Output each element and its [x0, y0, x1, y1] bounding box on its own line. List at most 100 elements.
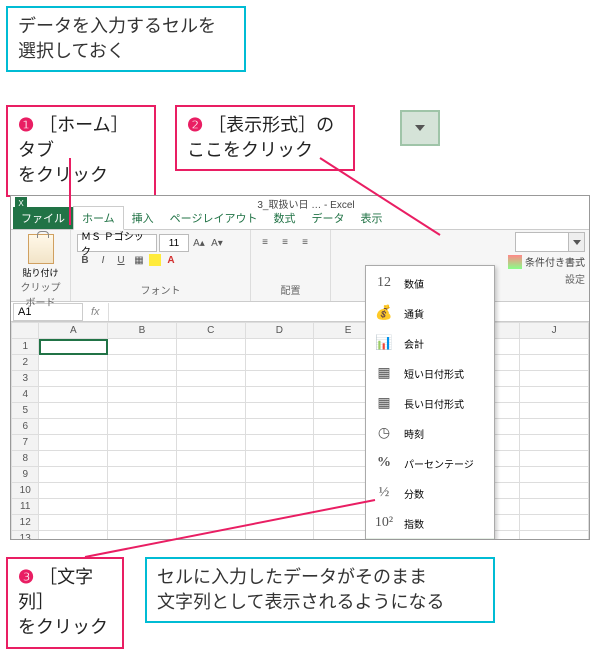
font-name-selector[interactable]: ＭＳ Ｐゴシック — [77, 234, 157, 252]
cell[interactable] — [176, 515, 245, 531]
fmt-shortdate[interactable]: ▦短い日付形式 — [366, 358, 494, 388]
cell[interactable] — [245, 387, 314, 403]
cell[interactable] — [176, 435, 245, 451]
cell[interactable] — [245, 531, 314, 540]
col-header[interactable]: J — [520, 323, 589, 339]
cell[interactable] — [520, 435, 589, 451]
cell[interactable] — [245, 371, 314, 387]
tab-home[interactable]: ホーム — [73, 206, 124, 230]
cell[interactable] — [245, 483, 314, 499]
cell[interactable] — [176, 419, 245, 435]
row-header[interactable]: 10 — [12, 483, 39, 499]
bold-icon[interactable]: B — [77, 252, 93, 268]
cell[interactable] — [39, 435, 108, 451]
font-color-icon[interactable]: A — [163, 252, 179, 268]
cell[interactable] — [108, 499, 177, 515]
fmt-text[interactable]: ABC文字列 — [366, 538, 494, 540]
cell[interactable] — [39, 451, 108, 467]
underline-icon[interactable]: U — [113, 252, 129, 268]
italic-icon[interactable]: I — [95, 252, 111, 268]
cell[interactable] — [108, 483, 177, 499]
fill-color-icon[interactable] — [149, 254, 161, 266]
row-header[interactable]: 4 — [12, 387, 39, 403]
col-header[interactable]: B — [108, 323, 177, 339]
fmt-exponent[interactable]: 10²指数 — [366, 508, 494, 538]
cell[interactable] — [39, 483, 108, 499]
cell[interactable] — [520, 531, 589, 540]
formula-bar[interactable] — [108, 303, 589, 321]
cell[interactable] — [39, 419, 108, 435]
tab-formulas[interactable]: 数式 — [265, 207, 303, 229]
cell[interactable] — [245, 339, 314, 355]
cell[interactable] — [39, 403, 108, 419]
cell[interactable] — [520, 483, 589, 499]
cell[interactable] — [176, 483, 245, 499]
cell[interactable] — [245, 403, 314, 419]
row-header[interactable]: 5 — [12, 403, 39, 419]
cell[interactable] — [39, 371, 108, 387]
fmt-time[interactable]: ◷時刻 — [366, 418, 494, 448]
cell[interactable] — [176, 499, 245, 515]
increase-font-icon[interactable]: A▴ — [191, 235, 207, 251]
font-size-selector[interactable]: 11 — [159, 234, 189, 252]
tab-pagelayout[interactable]: ページレイアウト — [162, 207, 266, 229]
row-header[interactable]: 3 — [12, 371, 39, 387]
cell[interactable] — [176, 355, 245, 371]
col-header[interactable]: D — [245, 323, 314, 339]
col-header[interactable]: A — [39, 323, 108, 339]
border-icon[interactable]: ▦ — [131, 252, 147, 268]
align-right-icon[interactable]: ≡ — [297, 234, 313, 250]
tab-insert[interactable]: 挿入 — [124, 207, 162, 229]
cell[interactable] — [520, 387, 589, 403]
paste-icon[interactable] — [28, 234, 54, 264]
cell[interactable] — [108, 451, 177, 467]
cell[interactable] — [245, 515, 314, 531]
number-format-dropdown-button[interactable] — [568, 233, 584, 251]
cell[interactable] — [520, 355, 589, 371]
fmt-percent[interactable]: %パーセンテージ — [366, 448, 494, 478]
align-left-icon[interactable]: ≡ — [257, 234, 273, 250]
cell[interactable] — [39, 355, 108, 371]
tab-view[interactable]: 表示 — [352, 207, 390, 229]
cell[interactable] — [108, 531, 177, 540]
cell[interactable] — [176, 403, 245, 419]
fx-icon[interactable]: fx — [91, 306, 100, 318]
cell[interactable] — [39, 339, 108, 355]
row-header[interactable]: 13 — [12, 531, 39, 540]
cell[interactable] — [108, 371, 177, 387]
cell[interactable] — [520, 339, 589, 355]
row-header[interactable]: 12 — [12, 515, 39, 531]
cell[interactable] — [520, 467, 589, 483]
row-header[interactable]: 1 — [12, 339, 39, 355]
cell[interactable] — [245, 451, 314, 467]
cell[interactable] — [520, 451, 589, 467]
cell[interactable] — [176, 467, 245, 483]
conditional-formatting-button[interactable]: 条件付き書式 — [508, 254, 585, 269]
tab-file[interactable]: ファイル — [13, 207, 73, 229]
row-header[interactable]: 7 — [12, 435, 39, 451]
cell[interactable] — [39, 531, 108, 540]
cell[interactable] — [245, 355, 314, 371]
cell[interactable] — [245, 467, 314, 483]
cell[interactable] — [176, 371, 245, 387]
cell[interactable] — [39, 499, 108, 515]
cell[interactable] — [245, 419, 314, 435]
cell[interactable] — [176, 451, 245, 467]
col-header[interactable]: C — [176, 323, 245, 339]
align-center-icon[interactable]: ≡ — [277, 234, 293, 250]
row-header[interactable]: 11 — [12, 499, 39, 515]
cell[interactable] — [245, 499, 314, 515]
row-header[interactable]: 9 — [12, 467, 39, 483]
fmt-accounting[interactable]: 📊会計 — [366, 328, 494, 358]
cell[interactable] — [520, 419, 589, 435]
cell[interactable] — [520, 515, 589, 531]
cell[interactable] — [39, 387, 108, 403]
number-format-selector[interactable] — [515, 232, 585, 252]
spreadsheet-grid[interactable]: ABCDEFGJ1234567891011121314151617181920 — [11, 322, 589, 539]
cell[interactable] — [108, 387, 177, 403]
cell[interactable] — [108, 403, 177, 419]
row-header[interactable]: 6 — [12, 419, 39, 435]
cell[interactable] — [108, 419, 177, 435]
cell[interactable] — [108, 515, 177, 531]
fmt-currency[interactable]: 💰通貨 — [366, 298, 494, 328]
